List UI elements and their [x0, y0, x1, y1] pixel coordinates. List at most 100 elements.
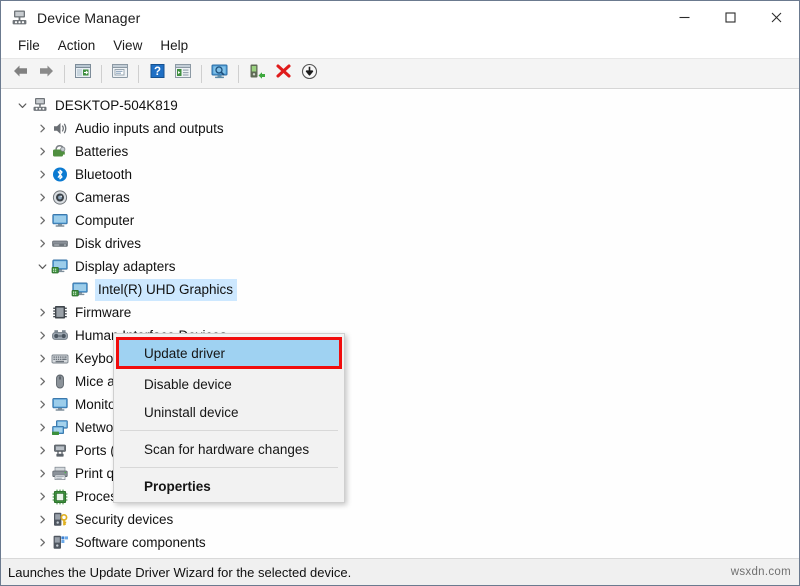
- monitor-icon: [51, 212, 69, 229]
- chevron-right-icon[interactable]: [35, 485, 50, 508]
- maximize-button[interactable]: [707, 1, 753, 34]
- context-menu-scan-for-hardware-changes[interactable]: Scan for hardware changes: [114, 435, 344, 463]
- firmware-icon: [51, 304, 69, 321]
- menu-view[interactable]: View: [104, 35, 151, 57]
- processor-icon: [51, 488, 69, 505]
- chevron-right-icon[interactable]: [35, 531, 50, 554]
- tree-item-label: Security devices: [75, 512, 174, 527]
- console-tree-icon: [74, 63, 92, 84]
- context-menu-separator: [120, 467, 338, 468]
- tree-item-label: Audio inputs and outputs: [75, 121, 224, 136]
- view-button[interactable]: [170, 62, 196, 86]
- context-menu-item-label: Properties: [144, 478, 211, 494]
- device-tree-pane[interactable]: DESKTOP-504K819 Audio inputs and outputs B…: [1, 89, 799, 558]
- tree-item-security-devices[interactable]: Security devices: [1, 508, 799, 531]
- window-title: Device Manager: [37, 9, 141, 26]
- context-menu-uninstall-device[interactable]: Uninstall device: [114, 398, 344, 426]
- disable-device-button[interactable]: [296, 62, 322, 86]
- mouse-icon: [51, 373, 69, 390]
- tree-item-label: Bluetooth: [75, 167, 133, 182]
- chevron-right-icon[interactable]: [35, 232, 50, 255]
- chevron-right-icon[interactable]: [35, 324, 50, 347]
- properties-button[interactable]: [107, 62, 133, 86]
- monitor-scan-icon: [210, 63, 230, 85]
- chevron-right-icon[interactable]: [35, 140, 50, 163]
- chevron-right-icon[interactable]: [35, 508, 50, 531]
- status-bar-text: Launches the Update Driver Wizard for th…: [8, 564, 352, 580]
- hid-icon: [51, 327, 69, 344]
- menu-help[interactable]: Help: [151, 35, 197, 57]
- show-hide-console-tree-button[interactable]: [70, 62, 96, 86]
- port-icon: [51, 442, 69, 459]
- tree-item-label: DESKTOP-504K819: [55, 98, 178, 113]
- chevron-right-icon[interactable]: [35, 347, 50, 370]
- chevron-right-icon[interactable]: [35, 416, 50, 439]
- device-manager-window: Device Manager File Action View Help ? D…: [0, 0, 800, 586]
- chevron-down-icon[interactable]: [35, 255, 50, 278]
- tree-item-audio-inputs-and-outputs[interactable]: Audio inputs and outputs: [1, 117, 799, 140]
- monitor-icon: [51, 396, 69, 413]
- forward-button[interactable]: [33, 62, 59, 86]
- software-component-icon: [51, 534, 69, 551]
- menu-action[interactable]: Action: [49, 35, 105, 57]
- chevron-right-icon[interactable]: [35, 393, 50, 416]
- bluetooth-icon: [51, 166, 69, 183]
- context-menu-update-driver[interactable]: Update driver: [119, 340, 339, 366]
- close-button[interactable]: [753, 1, 799, 34]
- svg-text:?: ?: [153, 66, 160, 78]
- scan-hardware-button[interactable]: [207, 62, 233, 86]
- chevron-right-icon[interactable]: [35, 462, 50, 485]
- chevron-right-icon[interactable]: [35, 163, 50, 186]
- keyboard-icon: [51, 350, 69, 367]
- toolbar-separator: [201, 64, 202, 83]
- context-menu-item-label: Scan for hardware changes: [144, 441, 310, 457]
- tree-item-bluetooth[interactable]: Bluetooth: [1, 163, 799, 186]
- back-button[interactable]: [7, 62, 33, 86]
- toolbar-separator: [138, 64, 139, 83]
- update-driver-button[interactable]: [244, 62, 270, 86]
- device-manager-icon: [11, 9, 28, 26]
- tree-item-label: Firmware: [75, 305, 132, 320]
- printer-icon: [51, 465, 69, 482]
- left-arrow-icon: [11, 63, 30, 84]
- chevron-right-icon[interactable]: [35, 209, 50, 232]
- speaker-icon: [51, 120, 69, 137]
- window-controls: [661, 1, 799, 34]
- context-menu-properties[interactable]: Properties: [114, 472, 344, 500]
- context-menu-item-label: Update driver: [144, 345, 226, 361]
- help-button[interactable]: ?: [144, 62, 170, 86]
- watermark: wsxdn.com: [730, 566, 791, 578]
- chevron-down-icon[interactable]: [15, 94, 30, 117]
- chevron-right-icon[interactable]: [35, 117, 50, 140]
- view-panel-icon: [174, 63, 192, 84]
- chevron-right-icon[interactable]: [35, 370, 50, 393]
- camera-icon: [51, 189, 69, 206]
- tree-item-intel-uhd-graphics[interactable]: Intel(R) UHD Graphics: [1, 278, 799, 301]
- tree-item-batteries[interactable]: Batteries: [1, 140, 799, 163]
- toolbar-separator: [238, 64, 239, 83]
- tree-item-disk-drives[interactable]: Disk drives: [1, 232, 799, 255]
- minimize-button[interactable]: [661, 1, 707, 34]
- question-mark-icon: ?: [149, 63, 166, 84]
- tree-item-software-components[interactable]: Software components: [1, 531, 799, 554]
- context-menu-highlight-annotation: Update driver: [116, 337, 342, 369]
- context-menu-item-label: Disable device: [144, 376, 232, 392]
- tree-item-computer[interactable]: Computer: [1, 209, 799, 232]
- chevron-right-icon[interactable]: [35, 301, 50, 324]
- update-driver-icon: [248, 63, 266, 85]
- tree-item-label: Disk drives: [75, 236, 142, 251]
- uninstall-device-button[interactable]: [270, 62, 296, 86]
- tree-item-label: Software components: [75, 535, 206, 550]
- context-menu-disable-device[interactable]: Disable device: [114, 370, 344, 398]
- status-bar: Launches the Update Driver Wizard for th…: [1, 558, 799, 585]
- tree-item-label: Batteries: [75, 144, 129, 159]
- chevron-right-icon[interactable]: [35, 186, 50, 209]
- tree-item-root[interactable]: DESKTOP-504K819: [1, 94, 799, 117]
- tree-item-cameras[interactable]: Cameras: [1, 186, 799, 209]
- tree-item-display-adapters[interactable]: Display adapters: [1, 255, 799, 278]
- chevron-right-icon[interactable]: [35, 439, 50, 462]
- tree-item-firmware[interactable]: Firmware: [1, 301, 799, 324]
- menu-file[interactable]: File: [9, 35, 49, 57]
- context-menu-separator: [120, 430, 338, 431]
- battery-icon: [51, 143, 69, 160]
